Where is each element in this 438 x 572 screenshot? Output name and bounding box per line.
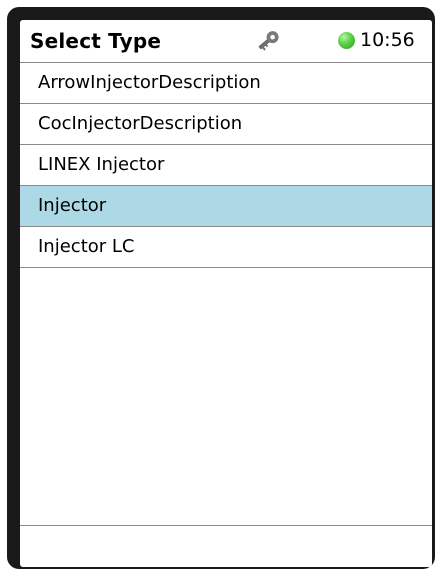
list-item[interactable]: ArrowInjectorDescription xyxy=(20,63,432,104)
key-icon xyxy=(254,27,282,55)
list-item-selected[interactable]: Injector xyxy=(20,186,432,227)
device-screen: Select Type 10:56 ArrowInjectorDescripti… xyxy=(20,20,432,567)
status-indicator-icon xyxy=(338,32,355,49)
list-item[interactable]: CocInjectorDescription xyxy=(20,104,432,145)
list-item[interactable]: Injector LC xyxy=(20,227,432,268)
type-list: ArrowInjectorDescription CocInjectorDesc… xyxy=(20,63,432,268)
list-item[interactable]: LINEX Injector xyxy=(20,145,432,186)
page-title: Select Type xyxy=(30,29,162,53)
header-bar: Select Type 10:56 xyxy=(20,20,432,63)
bottom-divider xyxy=(20,525,432,526)
clock-time: 10:56 xyxy=(360,29,415,51)
